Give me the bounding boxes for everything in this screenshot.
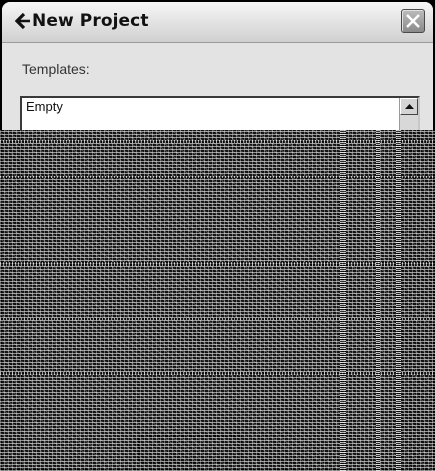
dialog-buttons	[2, 435, 433, 465]
templates-list: Empty	[22, 98, 398, 469]
list-item[interactable]: Empty	[22, 98, 398, 115]
back-arrow-icon[interactable]	[11, 10, 33, 32]
dialog-titlebar: New Project	[2, 2, 433, 43]
templates-scrollbar[interactable]	[399, 98, 418, 469]
new-project-dialog: New Project Templates: Empty	[2, 2, 433, 469]
templates-label: Templates:	[22, 61, 90, 77]
dialog-title: New Project	[32, 11, 149, 31]
scroll-up-button[interactable]	[400, 98, 418, 115]
templates-listbox[interactable]: Empty	[20, 96, 420, 469]
cancel-button[interactable]	[258, 435, 358, 463]
close-button[interactable]	[401, 9, 425, 33]
ok-button[interactable]	[138, 435, 242, 463]
dialog-body: Templates: Empty	[2, 43, 433, 469]
